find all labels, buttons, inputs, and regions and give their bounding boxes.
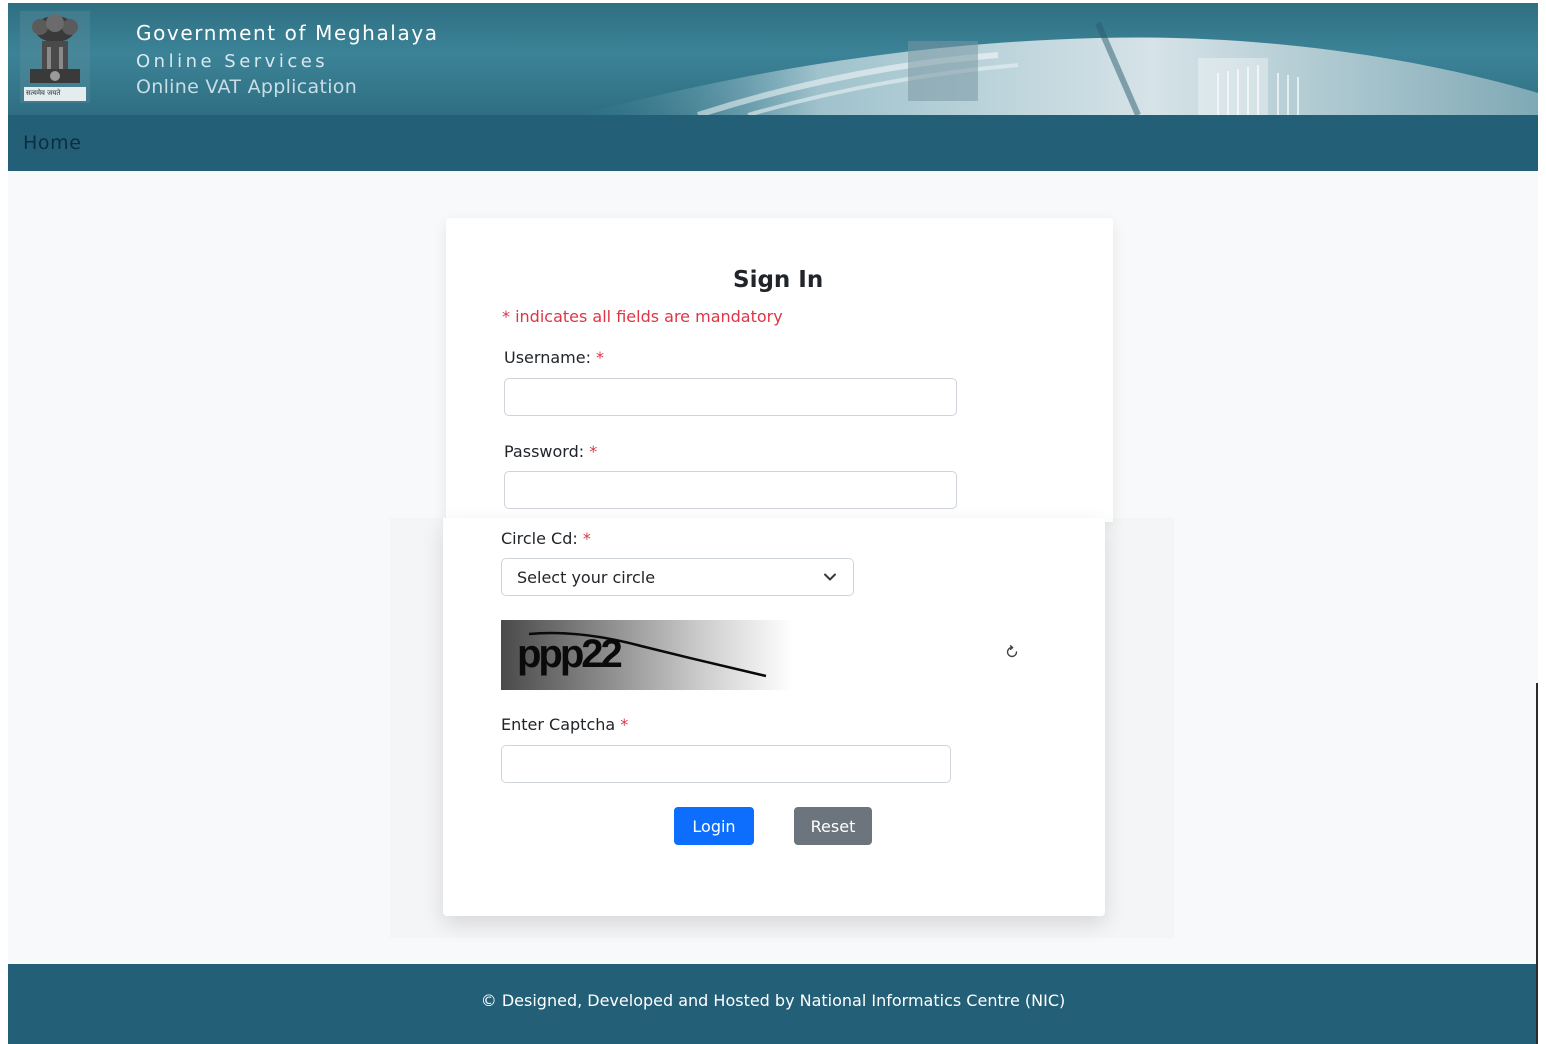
password-label: Password:: [504, 442, 585, 461]
required-mark: *: [620, 715, 629, 734]
footer: © Designed, Developed and Hosted by Nati…: [8, 964, 1538, 1044]
emblem-caption: सत्यमेव जयते: [26, 89, 61, 97]
chevron-down-icon: [824, 573, 836, 581]
required-mark: *: [596, 348, 605, 367]
captcha-noise-line: [528, 631, 767, 678]
nav-bar: Home: [8, 115, 1538, 171]
required-mark: *: [582, 529, 591, 548]
password-label-row: Password: *: [504, 442, 597, 461]
username-input[interactable]: [504, 378, 957, 416]
captcha-image: ppp22: [501, 620, 793, 690]
captcha-label-row: Enter Captcha *: [501, 715, 628, 734]
password-input[interactable]: [504, 471, 957, 509]
reset-button[interactable]: Reset: [794, 807, 872, 845]
circle-label: Circle Cd:: [501, 529, 578, 548]
username-label: Username:: [504, 348, 591, 367]
required-mark: *: [589, 442, 598, 461]
mandatory-note: * indicates all fields are mandatory: [502, 307, 783, 326]
header-banner: सत्यमेव जयते Government of Meghalaya Onl…: [8, 3, 1538, 115]
captcha-input[interactable]: [501, 745, 951, 783]
banner-text-block: Government of Meghalaya Online Services …: [136, 21, 439, 98]
username-label-row: Username: *: [504, 348, 604, 367]
scrollbar-edge: [1536, 683, 1538, 1044]
site-title: Government of Meghalaya: [136, 21, 439, 45]
app-name: Online VAT Application: [136, 76, 358, 98]
nav-item-home[interactable]: Home: [23, 132, 82, 154]
banner-photo: [578, 21, 1538, 115]
captcha-label: Enter Captcha: [501, 715, 616, 734]
circle-label-row: Circle Cd: *: [501, 529, 591, 548]
login-button[interactable]: Login: [674, 807, 754, 845]
footer-credit: © Designed, Developed and Hosted by Nati…: [480, 991, 1066, 1010]
page-title: Sign In: [733, 267, 824, 293]
site-subtitle: Online Services: [136, 51, 329, 72]
main-content: Sign In * indicates all fields are manda…: [8, 171, 1538, 964]
circle-select-value: Select your circle: [517, 568, 656, 587]
page-frame: सत्यमेव जयते Government of Meghalaya Onl…: [8, 3, 1538, 1044]
refresh-icon[interactable]: [1003, 643, 1021, 661]
circle-select[interactable]: Select your circle: [501, 558, 854, 596]
